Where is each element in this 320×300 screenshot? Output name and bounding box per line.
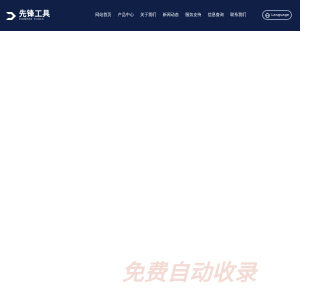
logo-mark-icon xyxy=(6,12,16,20)
globe-icon xyxy=(265,12,270,18)
nav-item-products[interactable]: 产品中心 xyxy=(115,12,138,18)
main-menu: 网站首页 产品中心 关于我们 新闻动态 服务支持 信息查询 联系我们 xyxy=(92,12,250,18)
language-button[interactable]: Language xyxy=(262,10,292,20)
nav-item-about[interactable]: 关于我们 xyxy=(137,12,160,18)
watermark-text: 免费自动收录 xyxy=(122,261,258,286)
language-label: Language xyxy=(271,13,290,17)
nav-item-query[interactable]: 信息查询 xyxy=(205,12,228,18)
page: 先锋工具 PIONEER TOOLS 网站首页 产品中心 关于我们 新闻动态 服… xyxy=(0,0,300,300)
logo-chinese-text: 先锋工具 xyxy=(19,9,51,19)
site-logo[interactable]: 先锋工具 PIONEER TOOLS xyxy=(5,7,50,25)
nav-item-service[interactable]: 服务支持 xyxy=(182,12,205,18)
nav-item-news[interactable]: 新闻动态 xyxy=(160,12,183,18)
logo-english-text: PIONEER TOOLS xyxy=(19,17,44,21)
top-navbar: 先锋工具 PIONEER TOOLS 网站首页 产品中心 关于我们 新闻动态 服… xyxy=(0,0,300,31)
nav-item-contact[interactable]: 联系我们 xyxy=(227,12,250,18)
nav-item-home[interactable]: 网站首页 xyxy=(92,12,115,18)
